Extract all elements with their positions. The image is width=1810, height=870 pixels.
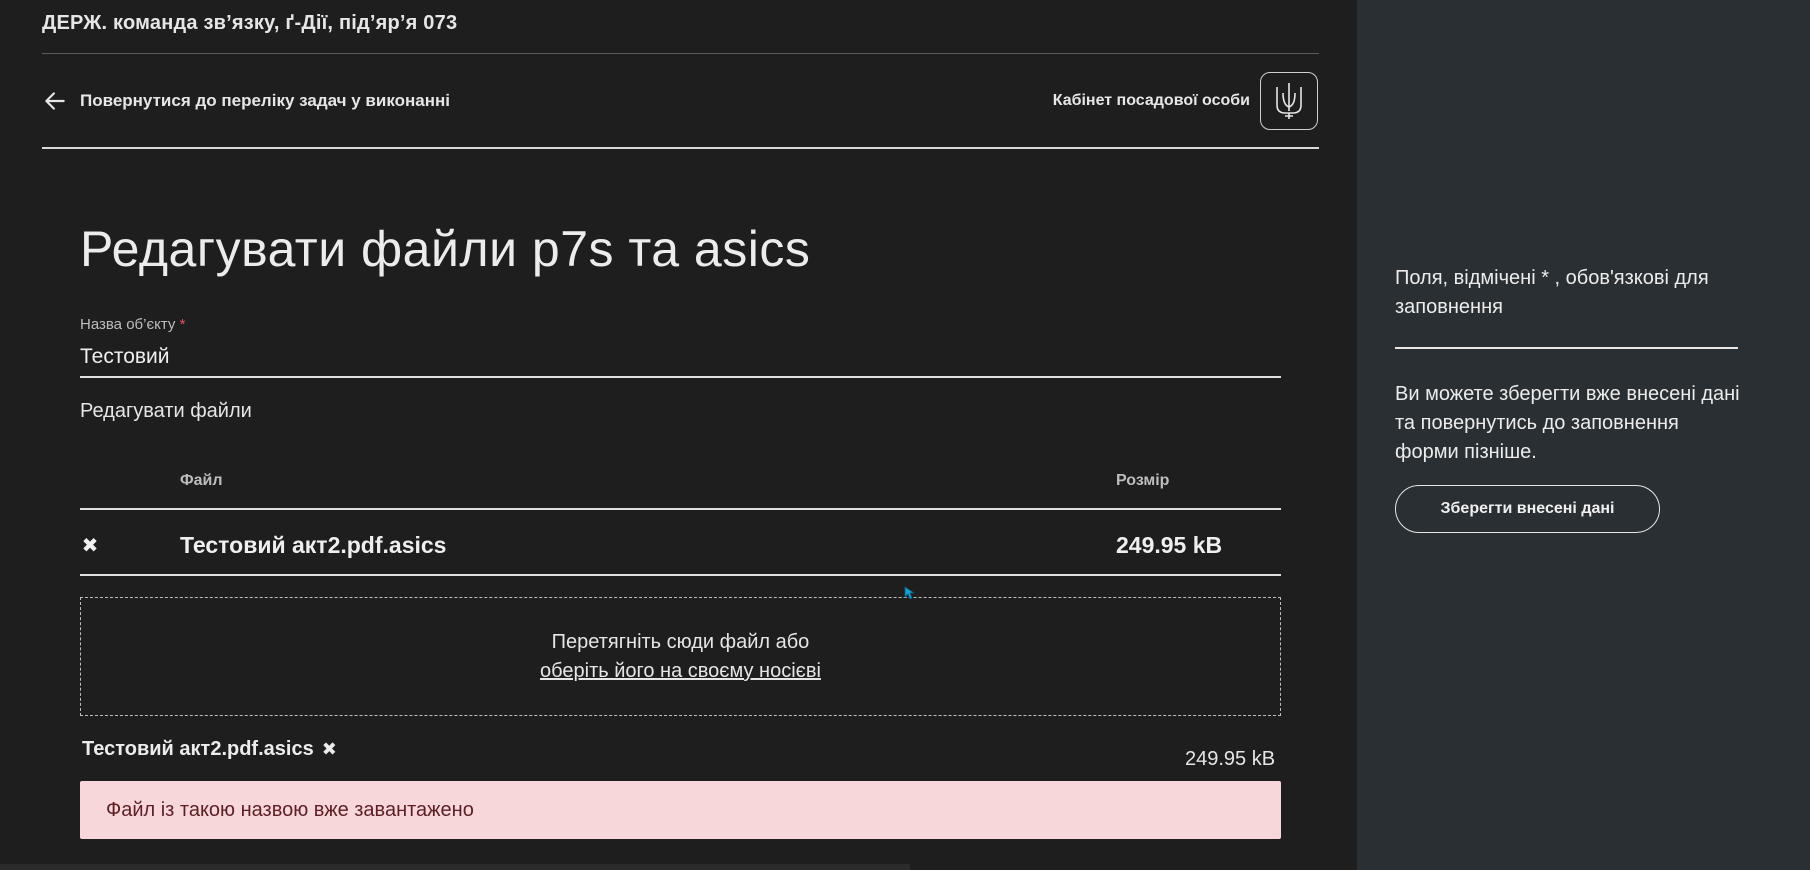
arrow-left-icon <box>45 92 65 110</box>
table-divider <box>80 508 1281 510</box>
nav-divider <box>42 147 1319 149</box>
file-dropzone[interactable]: Перетягніть сюди файл або оберіть його н… <box>80 597 1281 716</box>
divider <box>42 53 1319 54</box>
uploaded-file-name: Тестовий акт2.pdf.asics <box>82 738 314 760</box>
save-draft-button[interactable]: Зберегти внесені дані <box>1395 485 1660 533</box>
remove-file-icon[interactable]: ✖ <box>80 533 100 557</box>
table-divider <box>80 574 1281 576</box>
page-title: Редагувати файли p7s та asics <box>80 221 811 277</box>
mouse-cursor-icon <box>904 586 916 600</box>
object-name-label-text: Назва об’єкту <box>80 316 176 333</box>
object-name-input[interactable] <box>80 338 1281 378</box>
dropzone-text: Перетягніть сюди файл або <box>551 631 810 653</box>
save-draft-note: Ви можете зберегти вже внесені дані та п… <box>1395 383 1740 463</box>
choose-file-link[interactable]: оберіть його на своєму носієві <box>540 660 821 683</box>
duplicate-file-error: Файл із такою назвою вже завантажено <box>80 781 1281 839</box>
files-section-label: Редагувати файли <box>80 400 252 422</box>
remove-uploaded-icon[interactable]: ✖ <box>322 739 337 760</box>
official-cabinet[interactable]: Кабінет посадової особи <box>1053 72 1318 130</box>
required-fields-note: Поля, відмічені * , обов'язкові для запо… <box>1395 267 1709 318</box>
trident-emblem-icon[interactable] <box>1260 72 1318 130</box>
horizontal-scrollbar[interactable] <box>0 864 910 870</box>
main-content: ДЕРЖ. команда зв’язку, ґ-Дії, під’яр’я 0… <box>0 0 1357 870</box>
table-row-file-size: 249.95 kB <box>1116 532 1223 558</box>
required-mark: * <box>179 316 186 333</box>
sidebar-divider <box>1395 347 1738 349</box>
table-header-size: Розмір <box>1116 472 1170 489</box>
uploaded-file-size: 249.95 kB <box>1185 748 1276 770</box>
uploaded-file: Тестовий акт2.pdf.asics ✖ <box>82 738 337 761</box>
object-name-label: Назва об’єкту * <box>80 316 185 333</box>
table-header-file: Файл <box>180 472 223 489</box>
table-row-file-name: Тестовий акт2.pdf.asics <box>180 532 447 558</box>
org-name: ДЕРЖ. команда зв’язку, ґ-Дії, під’яр’я 0… <box>42 12 458 34</box>
cabinet-label: Кабінет посадової особи <box>1052 92 1250 109</box>
trident-icon <box>1276 83 1302 119</box>
back-to-tasks-link[interactable]: Повернутися до переліку задач у виконанн… <box>42 88 450 114</box>
back-link-label: Повернутися до переліку задач у виконанн… <box>80 91 450 110</box>
